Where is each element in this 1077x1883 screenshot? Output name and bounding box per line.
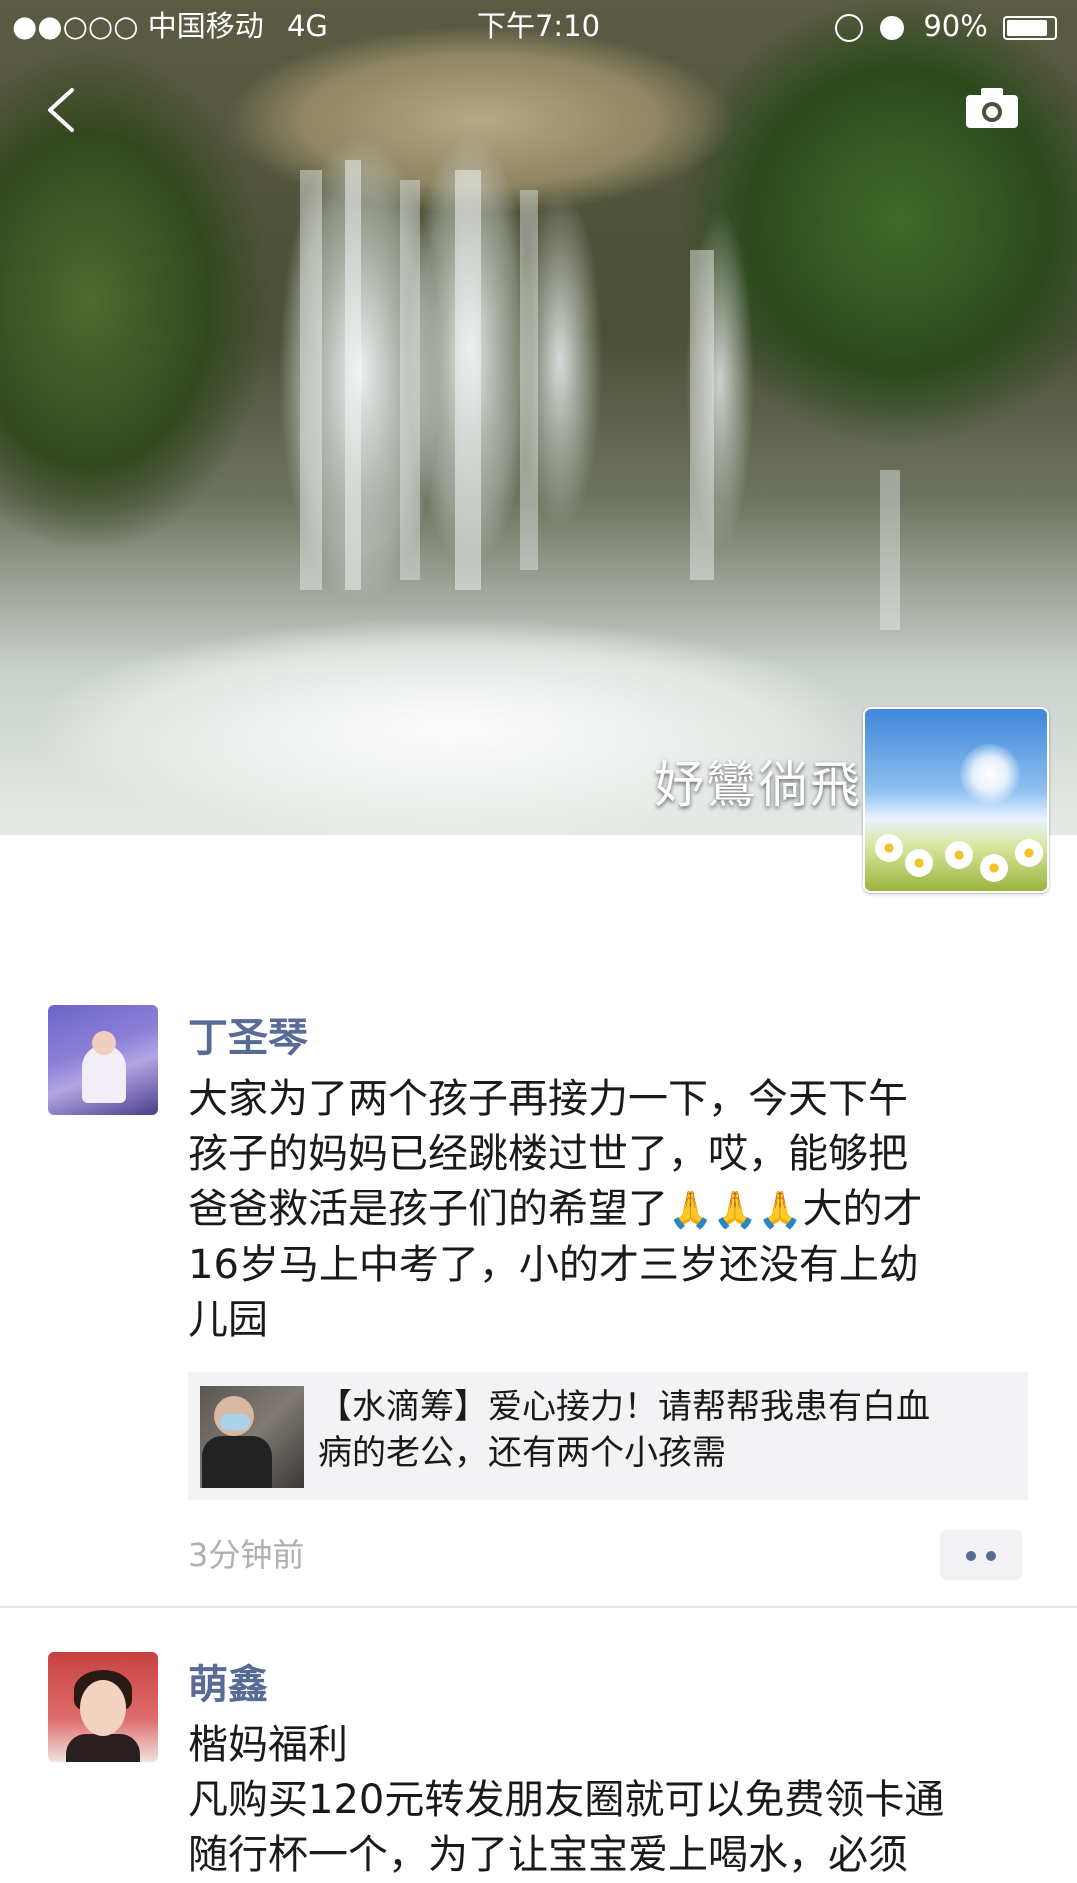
back-button[interactable] [40,80,84,140]
shared-link-card[interactable]: 【水滴筹】爱心接力！请帮帮我患有白血 病的老公，还有两个小孩需 [188,1372,1028,1500]
comment-like-button[interactable] [940,1530,1022,1580]
water-streak [520,190,538,570]
daisy [905,849,933,877]
water-streak [880,470,900,630]
water-streak [345,160,361,590]
more-dots-icon [966,1551,976,1561]
avatar[interactable] [48,1652,158,1762]
camera-icon [966,88,1018,128]
link-title: 【水滴筹】爱心接力！请帮帮我患有白血 病的老公，还有两个小孩需 [318,1387,930,1473]
lock-rotation-icon [834,14,863,42]
avatar[interactable] [48,1005,158,1115]
water-streak [690,250,714,580]
water-streak [300,170,322,590]
praying-hands-emoji: 🙏🙏🙏 [668,1190,803,1231]
link-thumbnail [200,1386,304,1488]
daisy [875,834,903,862]
water-streak [400,180,420,580]
camera-button[interactable] [964,86,1020,130]
sun [960,744,1020,804]
poster-name[interactable]: 萌鑫 [188,1652,268,1710]
daisy [1015,839,1043,867]
more-dots-icon [986,1551,996,1561]
water-streak [455,170,481,590]
profile-username: 妤鸞徜飛 [654,756,862,814]
profile-avatar[interactable] [863,707,1049,893]
chevron-left-icon [48,88,74,132]
daisy [945,841,973,869]
poster-name[interactable]: 丁圣琴 [188,1005,308,1063]
battery-percent: 90% [923,9,988,43]
status-bar: ●●○○○ 中国移动 4G 下午7:10 90% [0,0,1077,52]
daisy [980,854,1008,882]
battery-icon [1003,16,1057,40]
alarm-icon [880,16,905,40]
post-text: 大家为了两个孩子再接力一下，今天下午 孩子的妈妈已经跳楼过世了，哎，能够把 爸爸… [188,1076,923,1343]
divider [0,1606,1077,1608]
post-timestamp: 3分钟前 [188,1536,305,1574]
post-text: 楷妈福利 凡购买120元转发朋友圈就可以免费领卡通 随行杯一个，为了让宝宝爱上喝… [188,1722,945,1878]
